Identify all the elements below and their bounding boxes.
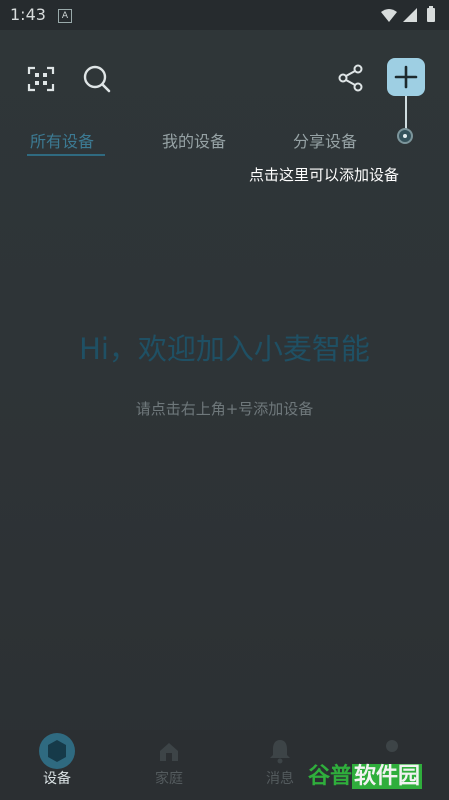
profile-icon [386, 740, 398, 752]
nav-item-home[interactable]: 家庭 [124, 730, 214, 800]
status-bar: 1:43 A [0, 0, 449, 30]
notification-icon: A [58, 9, 72, 23]
screen: 1:43 A 点击这里可以添加设备 所有设备 我的设备 分享设备 Hi，欢迎加入… [0, 0, 449, 800]
watermark-part2: 软件园 [352, 764, 423, 789]
bell-icon [270, 740, 290, 764]
share-icon[interactable] [337, 64, 365, 92]
nav-label-home: 家庭 [155, 771, 183, 787]
status-indicators-icon [381, 6, 435, 22]
guide-text: 点击这里可以添加设备 [249, 166, 400, 184]
add-device-button[interactable] [387, 58, 425, 96]
nav-item-devices[interactable]: 设备 [12, 730, 102, 800]
welcome-title: Hi，欢迎加入小麦智能 [79, 332, 370, 366]
status-time: 1:43 [10, 5, 46, 24]
plus-icon [394, 65, 418, 89]
watermark-part1: 谷普 [308, 764, 353, 789]
tab-all-devices[interactable]: 所有设备 [30, 128, 94, 152]
tab-shared-devices[interactable]: 分享设备 [293, 128, 357, 152]
hexagon-icon [39, 733, 75, 769]
tab-active-indicator [27, 154, 105, 156]
nav-label-devices: 设备 [43, 771, 71, 787]
home-icon [160, 743, 178, 761]
scan-icon[interactable] [27, 65, 55, 93]
welcome-subtitle: 请点击右上角+号添加设备 [135, 400, 314, 418]
device-tabs: 所有设备 我的设备 分享设备 [0, 124, 449, 164]
watermark-logo: 谷普软件园 [308, 758, 442, 789]
search-icon[interactable] [82, 64, 112, 94]
tab-my-devices[interactable]: 我的设备 [162, 128, 226, 152]
